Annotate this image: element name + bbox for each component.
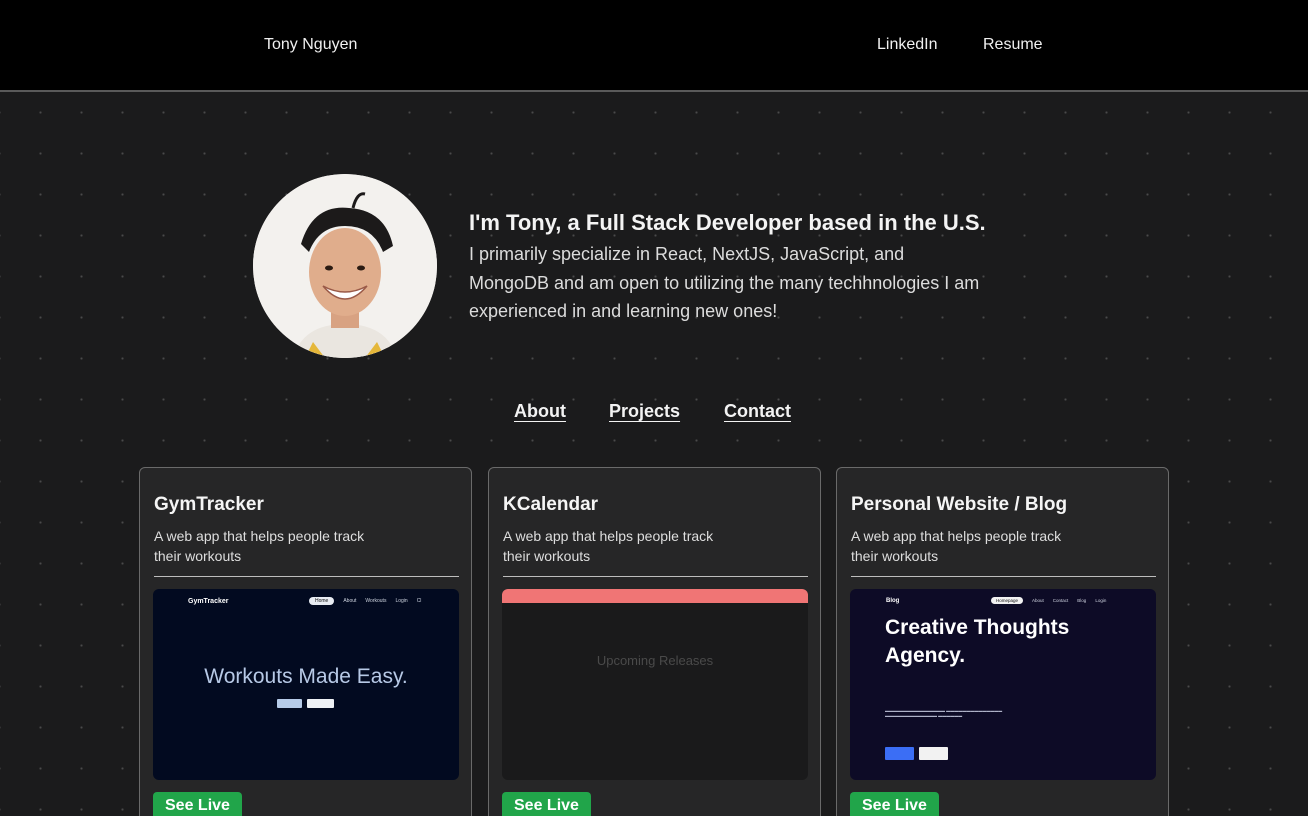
project-card-kcalendar: KCalendar A web app that helps people tr… [488, 467, 821, 816]
project-screenshot[interactable]: GymTracker Home About Workouts Login Cl … [153, 589, 459, 780]
preview-button [885, 747, 914, 760]
preview-button [307, 699, 334, 708]
preview-nav-item: Login [395, 598, 408, 604]
hero-title: I'm Tony, a Full Stack Developer based i… [469, 210, 986, 235]
see-live-button[interactable]: See Live [502, 792, 591, 816]
project-card-gymtracker: GymTracker A web app that helps people t… [139, 467, 472, 816]
preview-nav-item: About [343, 598, 357, 604]
preview-nav-item: Homepage [991, 597, 1024, 604]
preview-nav-item: Workouts [365, 598, 387, 604]
profile-avatar [253, 174, 437, 358]
card-divider [154, 576, 459, 577]
preview-nav: Home About Workouts Login Cl [309, 597, 421, 605]
preview-logo: GymTracker [188, 598, 229, 605]
card-divider [851, 576, 1156, 577]
preview-nav-item: About [1032, 598, 1044, 603]
project-screenshot[interactable]: Blog Homepage About Contact Blog Login C… [850, 589, 1156, 780]
preview-logo: Blog [886, 598, 900, 604]
project-description: A web app that helps people track their … [503, 528, 714, 564]
project-title: Personal Website / Blog [851, 494, 1068, 515]
hero-description: I primarily specialize in React, NextJS,… [469, 244, 980, 321]
preview-headline: Upcoming Releases [596, 653, 714, 668]
resume-link[interactable]: Resume [983, 36, 1043, 54]
nav-contact-link[interactable]: Contact [724, 401, 791, 422]
nav-projects-link[interactable]: Projects [609, 401, 680, 422]
preview-nav-item: Login [1095, 598, 1107, 603]
project-title: KCalendar [503, 494, 599, 515]
top-navbar: Tony Nguyen LinkedIn Resume [0, 0, 1308, 92]
preview-nav-item: Blog [1077, 598, 1087, 603]
preview-nav: Homepage About Contact Blog Login [991, 597, 1106, 604]
preview-body-text: ▬▬▬▬▬▬▬▬▬▬▬▬▬▬▬ ▬▬▬▬▬▬▬▬▬▬▬▬▬▬ ▬▬▬▬▬▬▬▬▬… [885, 708, 1003, 718]
preview-nav-item: Cl [416, 598, 422, 604]
preview-buttons [277, 699, 334, 708]
nav-about-link[interactable]: About [514, 401, 566, 422]
project-screenshot[interactable]: Upcoming Releases [502, 589, 808, 780]
preview-button [277, 699, 302, 708]
preview-headline: Creative Thoughts Agency. [885, 616, 1070, 667]
project-title: GymTracker [154, 494, 264, 515]
preview-headline: Workouts Made Easy. [204, 665, 408, 688]
project-description: A web app that helps people track their … [154, 528, 365, 564]
card-divider [503, 576, 808, 577]
preview-nav-item: Home [309, 597, 335, 605]
preview-nav-item: Contact [1052, 598, 1069, 603]
profile-photo-icon [253, 174, 437, 358]
site-brand[interactable]: Tony Nguyen [264, 36, 357, 54]
see-live-button[interactable]: See Live [850, 792, 939, 816]
project-card-blog: Personal Website / Blog A web app that h… [836, 467, 1169, 816]
see-live-button[interactable]: See Live [153, 792, 242, 816]
linkedin-link[interactable]: LinkedIn [877, 36, 938, 54]
project-description: A web app that helps people track their … [851, 528, 1062, 564]
preview-banner [502, 589, 808, 603]
preview-button [919, 747, 948, 760]
